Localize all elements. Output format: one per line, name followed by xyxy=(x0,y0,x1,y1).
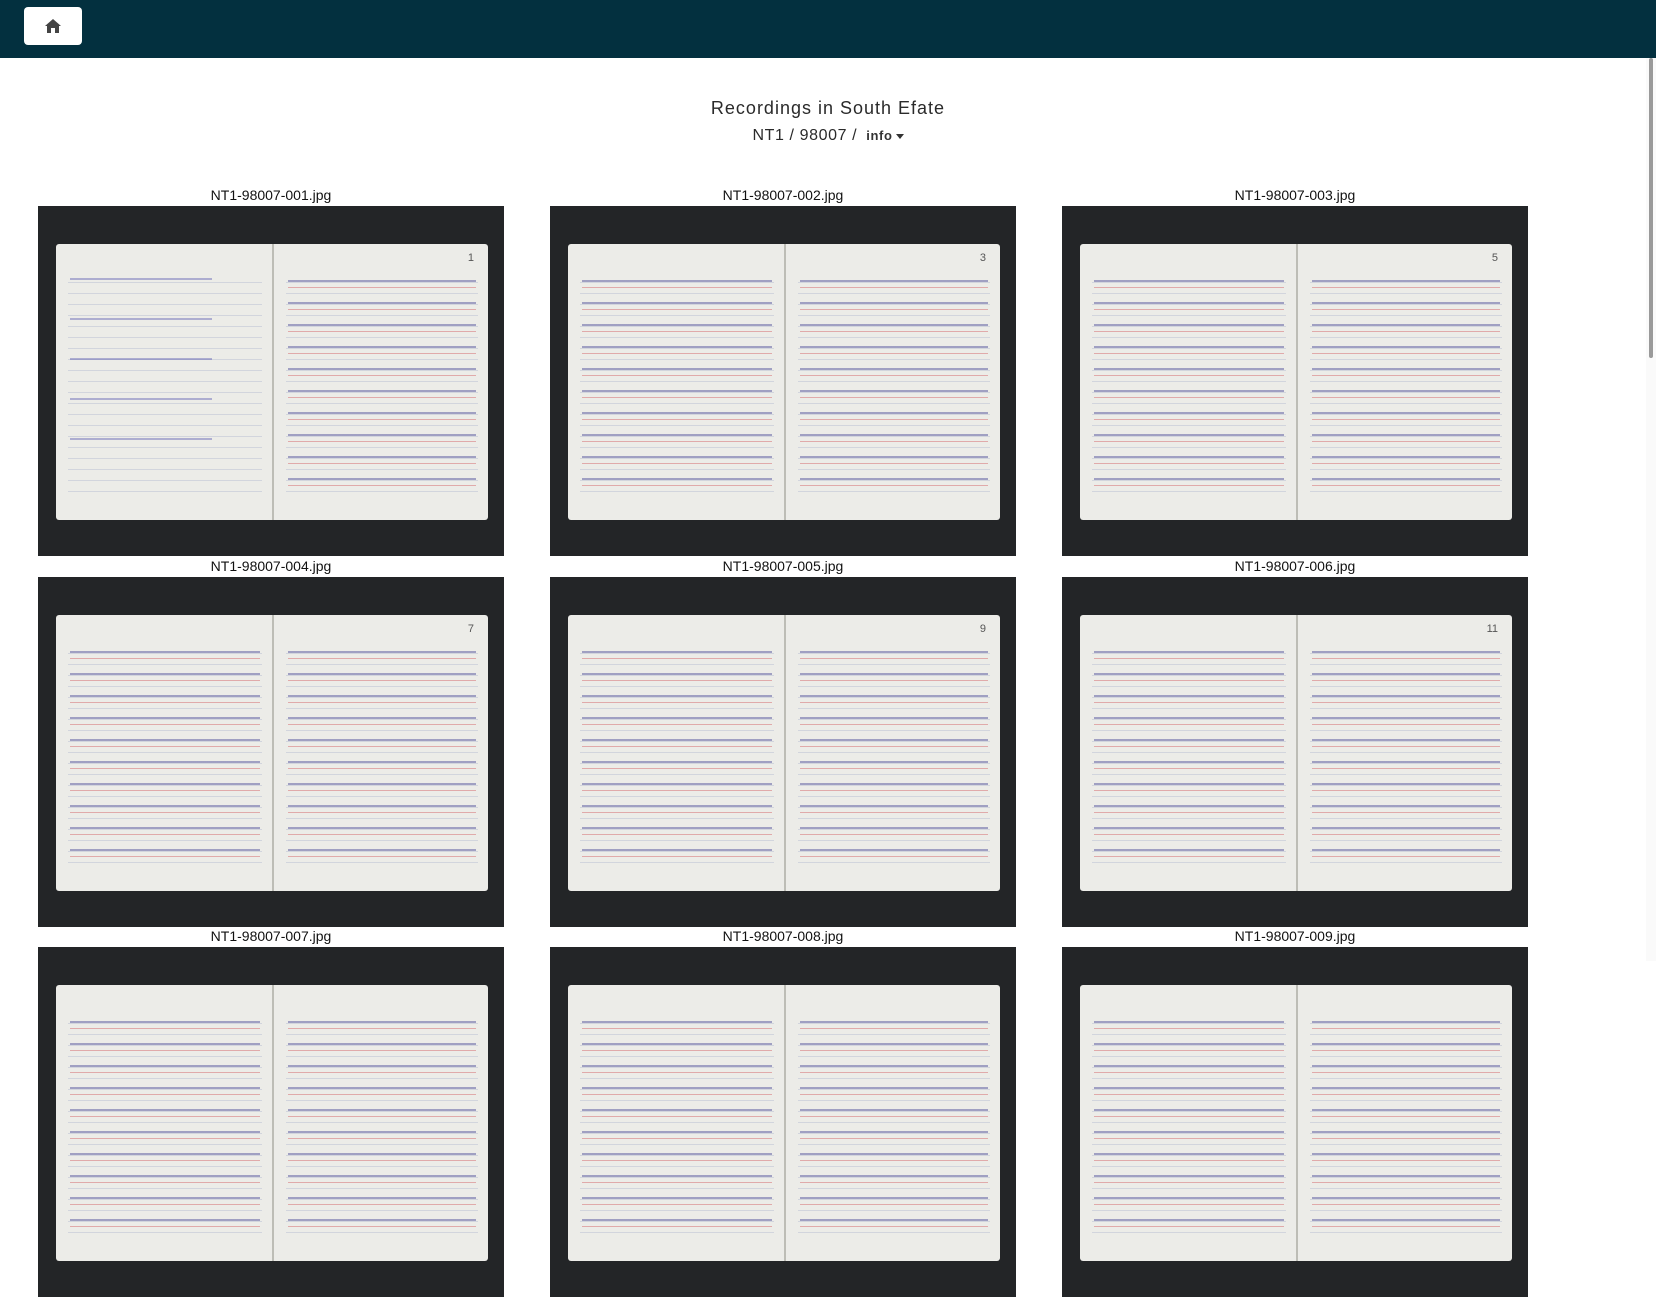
page-number: 5 xyxy=(1491,252,1498,264)
handwriting xyxy=(1094,1017,1284,1239)
image-tile[interactable]: NT1-98007-001.jpg 1 xyxy=(38,186,504,556)
notebook-scan-thumbnail[interactable] xyxy=(1062,947,1528,1297)
handwriting xyxy=(70,647,260,869)
info-label: info xyxy=(866,128,893,143)
notebook-scan-thumbnail[interactable]: 7 xyxy=(38,577,504,927)
image-filename[interactable]: NT1-98007-003.jpg xyxy=(1062,186,1528,206)
handwriting xyxy=(70,260,212,440)
handwriting xyxy=(1094,647,1284,869)
info-dropdown[interactable]: info xyxy=(866,128,904,143)
page-number: 11 xyxy=(1486,623,1498,635)
notebook-right-page: 7 xyxy=(272,615,488,891)
handwriting xyxy=(288,647,476,869)
breadcrumb-collection[interactable]: NT1 xyxy=(752,127,784,144)
image-filename[interactable]: NT1-98007-002.jpg xyxy=(550,186,1016,206)
top-navbar xyxy=(0,0,1656,58)
handwriting xyxy=(70,1017,260,1239)
breadcrumb-separator: / xyxy=(784,127,800,144)
notebook-left-page xyxy=(568,985,784,1261)
notebook-right-page: 5 xyxy=(1296,244,1512,520)
handwriting xyxy=(800,647,988,869)
image-tile[interactable]: NT1-98007-002.jpg 3 xyxy=(550,186,1016,556)
notebook-left-page xyxy=(568,244,784,520)
image-filename[interactable]: NT1-98007-009.jpg xyxy=(1062,927,1528,947)
notebook-right-page: 1 xyxy=(272,244,488,520)
handwriting xyxy=(582,276,772,498)
notebook-left-page xyxy=(568,615,784,891)
breadcrumb-item[interactable]: 98007 xyxy=(800,127,848,144)
notebook-right-page: 3 xyxy=(784,244,1000,520)
page-header: Recordings in South Efate NT1 / 98007 / … xyxy=(0,96,1656,146)
page-number: 1 xyxy=(467,252,474,264)
handwriting xyxy=(800,276,988,498)
page-number: 3 xyxy=(979,252,986,264)
handwriting xyxy=(582,647,772,869)
notebook-scan-thumbnail[interactable]: 9 xyxy=(550,577,1016,927)
notebook-scan-thumbnail[interactable]: 3 xyxy=(550,206,1016,556)
notebook-right-page: 9 xyxy=(784,615,1000,891)
handwriting xyxy=(1312,647,1500,869)
notebook-scan-thumbnail[interactable] xyxy=(550,947,1016,1297)
image-tile[interactable]: NT1-98007-008.jpg xyxy=(550,927,1016,1297)
notebook-right-page xyxy=(784,985,1000,1261)
notebook-scan-thumbnail[interactable]: 5 xyxy=(1062,206,1528,556)
image-filename[interactable]: NT1-98007-004.jpg xyxy=(38,557,504,577)
notebook-right-page: 11 xyxy=(1296,615,1512,891)
image-tile[interactable]: NT1-98007-009.jpg xyxy=(1062,927,1528,1297)
home-icon xyxy=(45,19,61,33)
image-filename[interactable]: NT1-98007-005.jpg xyxy=(550,557,1016,577)
handwriting xyxy=(288,1017,476,1239)
notebook-left-page xyxy=(56,244,272,520)
home-button[interactable] xyxy=(24,7,82,45)
scrollbar[interactable] xyxy=(1646,58,1656,961)
caret-down-icon xyxy=(895,134,904,140)
image-filename[interactable]: NT1-98007-006.jpg xyxy=(1062,557,1528,577)
page-title: Recordings in South Efate xyxy=(710,98,946,118)
handwriting xyxy=(582,1017,772,1239)
notebook-left-page xyxy=(56,615,272,891)
notebook-scan-thumbnail[interactable]: 1 xyxy=(38,206,504,556)
notebook-scan-thumbnail[interactable] xyxy=(38,947,504,1297)
image-tile[interactable]: NT1-98007-004.jpg 7 xyxy=(38,557,504,927)
notebook-left-page xyxy=(56,985,272,1261)
page-number: 9 xyxy=(979,623,986,635)
handwriting xyxy=(288,276,476,498)
image-filename[interactable]: NT1-98007-008.jpg xyxy=(550,927,1016,947)
page-number: 7 xyxy=(467,623,474,635)
image-filename[interactable]: NT1-98007-001.jpg xyxy=(38,186,504,206)
image-tile[interactable]: NT1-98007-006.jpg 11 xyxy=(1062,557,1528,927)
notebook-right-page xyxy=(1296,985,1512,1261)
notebook-right-page xyxy=(272,985,488,1261)
handwriting xyxy=(800,1017,988,1239)
notebook-scan-thumbnail[interactable]: 11 xyxy=(1062,577,1528,927)
handwriting xyxy=(1094,276,1284,498)
breadcrumb-separator: / xyxy=(847,127,863,144)
handwriting xyxy=(1312,1017,1500,1239)
breadcrumb: NT1 / 98007 / info xyxy=(0,126,1656,146)
image-tile[interactable]: NT1-98007-005.jpg 9 xyxy=(550,557,1016,927)
notebook-left-page xyxy=(1080,985,1296,1261)
image-tile[interactable]: NT1-98007-007.jpg xyxy=(38,927,504,1297)
image-tile[interactable]: NT1-98007-003.jpg 5 xyxy=(1062,186,1528,556)
image-filename[interactable]: NT1-98007-007.jpg xyxy=(38,927,504,947)
notebook-left-page xyxy=(1080,615,1296,891)
notebook-left-page xyxy=(1080,244,1296,520)
handwriting xyxy=(1312,276,1500,498)
